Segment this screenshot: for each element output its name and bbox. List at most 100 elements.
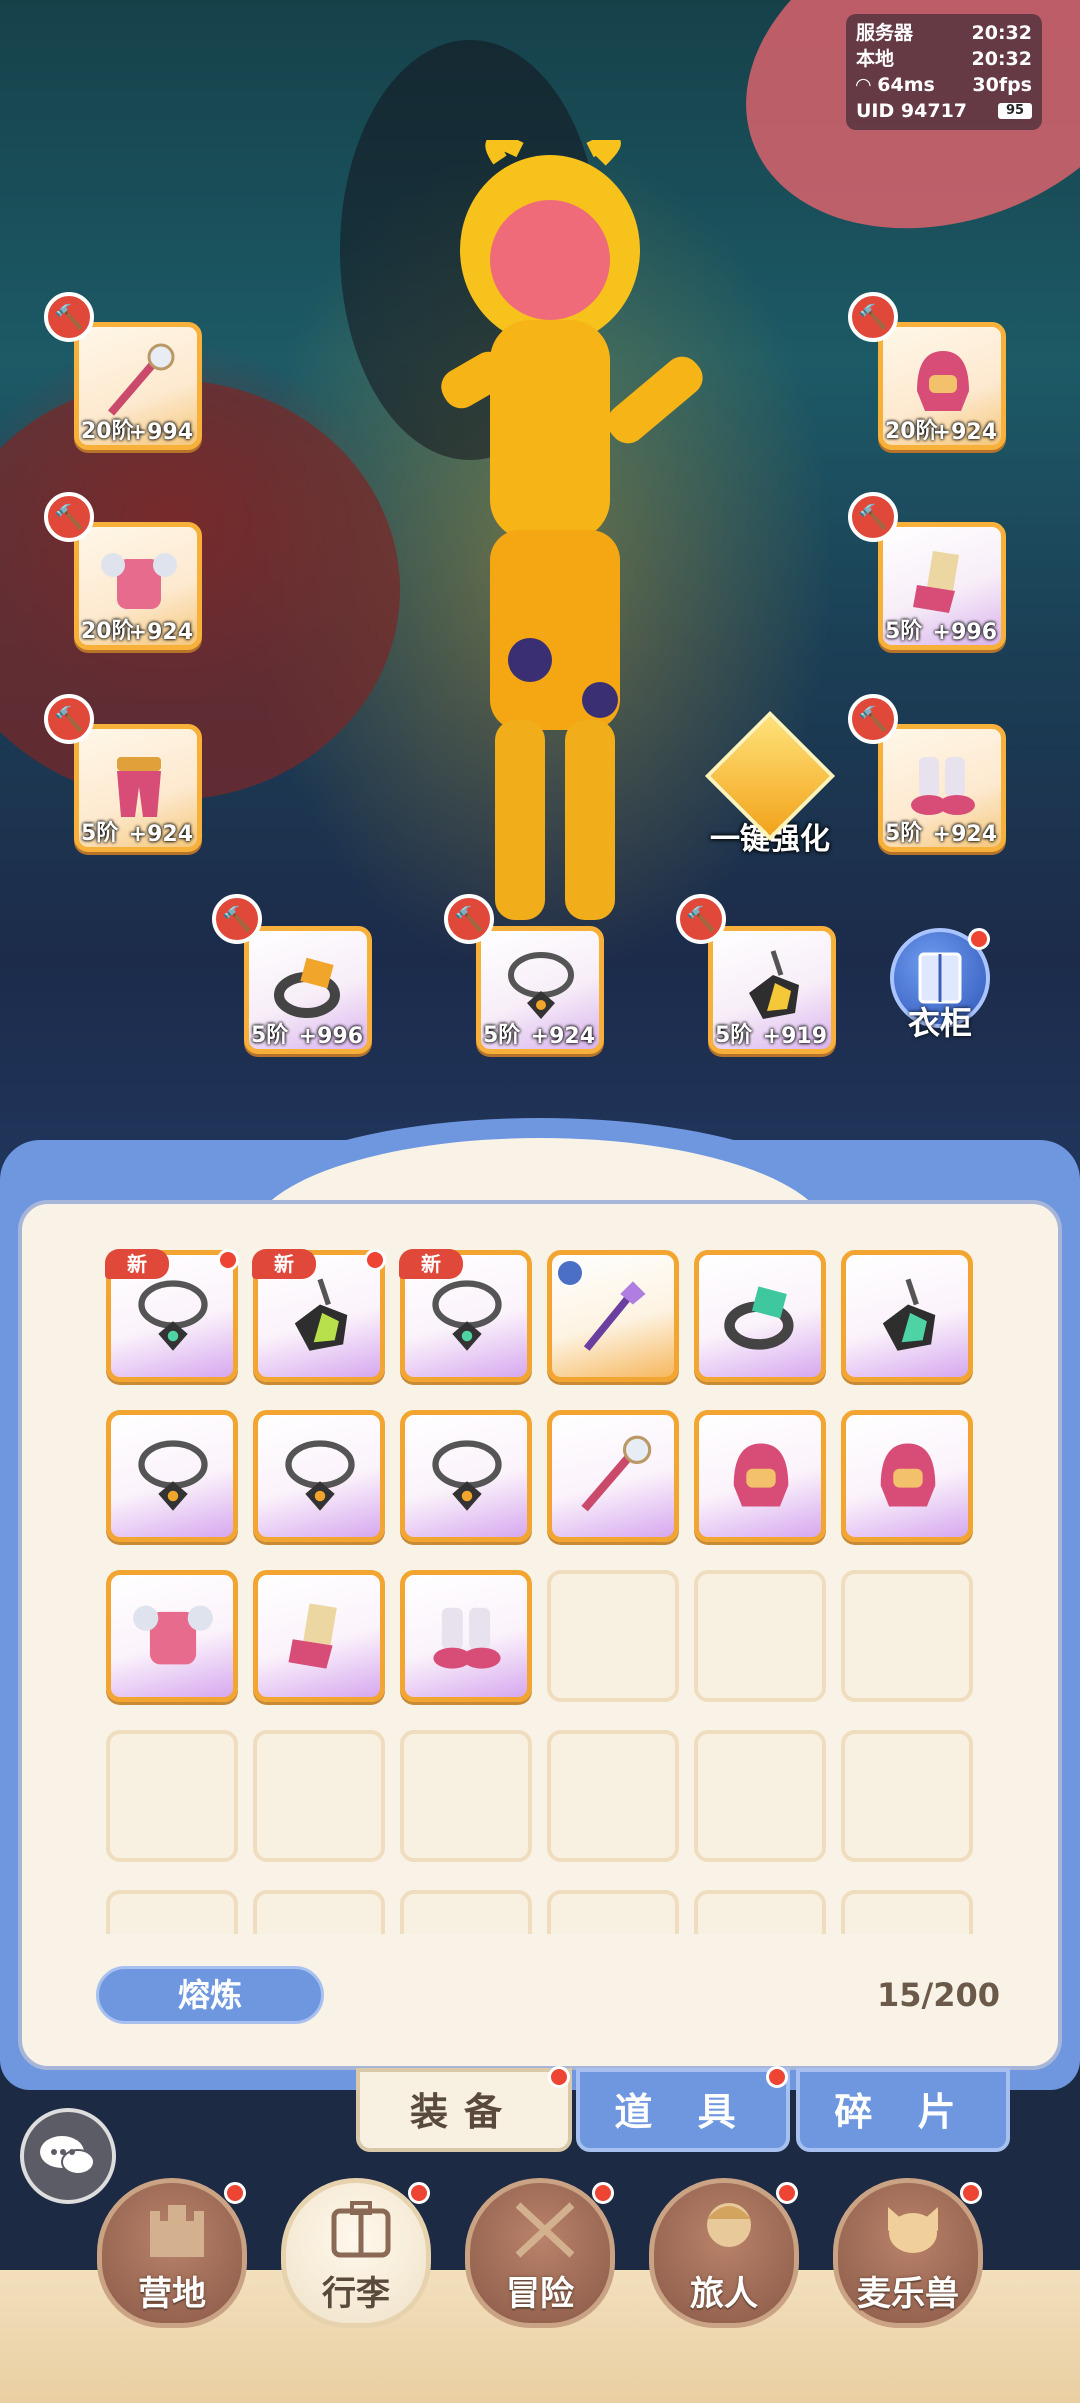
necklace-icon [138,1280,208,1351]
notification-dot [408,2182,430,2204]
inventory-empty-slot[interactable] [547,1730,679,1862]
nav-luggage[interactable]: 行李 [278,2178,434,2346]
necklace-icon [508,952,574,1019]
nav-label: 营地 [138,2274,206,2314]
inventory-item-helmet[interactable] [694,1410,826,1542]
inventory-item-necklace[interactable] [400,1410,532,1542]
nav-adventure[interactable]: 冒险 [462,2178,618,2346]
inventory-item-amulet[interactable]: 新 [252,1249,386,1382]
ring-icon [724,1286,794,1350]
inventory-item-necklace[interactable]: 新 [399,1249,532,1382]
equip-bonus: +924 [128,822,193,847]
inventory-item-ring[interactable] [694,1250,826,1382]
chest-armor-icon [133,1605,213,1665]
gloves-icon [913,551,959,613]
inventory-empty-slot[interactable] [400,1730,532,1862]
notification-dot [766,2066,788,2088]
nav-label: 麦乐兽 [857,2274,959,2314]
inventory-item-armor[interactable] [106,1570,238,1702]
inventory-empty-slot[interactable] [841,1570,973,1702]
notification-dot [224,2182,246,2204]
equip-bonus: +919 [762,1024,827,1049]
inventory-empty-slot[interactable] [253,1730,385,1862]
equip-slot-weapon[interactable]: 20阶 +994 [74,322,202,450]
upgrade-hammer-icon[interactable]: 🔨 [44,492,94,542]
upgrade-hammer-icon[interactable]: 🔨 [44,292,94,342]
equip-slot-pants[interactable]: 5阶 +924 [74,724,202,852]
gloves-icon [288,1603,337,1669]
equip-level: 5阶 [483,1023,521,1048]
nav-pets[interactable]: 麦乐兽 [830,2178,986,2346]
tab-items[interactable]: 道 具 [576,2068,790,2152]
inventory-item-amulet[interactable] [841,1250,973,1382]
boots-icon [911,757,975,815]
inventory-empty-slot[interactable] [841,1730,973,1862]
amulet-icon [749,950,799,1019]
equip-bonus: +924 [932,420,997,445]
nav-travelers[interactable]: 旅人 [646,2178,802,2346]
upgrade-hammer-icon[interactable]: 🔨 [676,894,726,944]
inventory-empty-slot[interactable] [106,1890,238,1934]
new-badge: 新 [252,1249,316,1279]
one-click-enhance-button[interactable]: 一键强化 [700,710,840,860]
tab-fragments[interactable]: 碎 片 [796,2068,1010,2152]
inventory-empty-slot[interactable] [547,1890,679,1934]
notification-dot [548,2066,570,2088]
equip-level: 5阶 [715,1023,753,1048]
equip-bonus: +996 [298,1024,363,1049]
equip-slot-boots[interactable]: 5阶 +924 [878,724,1006,852]
inventory-empty-slot[interactable] [547,1570,679,1702]
necklace-icon [432,1280,502,1351]
upgrade-hammer-icon[interactable]: 🔨 [212,894,262,944]
nav-label: 冒险 [506,2274,574,2314]
nav-camp[interactable]: 营地 [94,2178,250,2346]
upgrade-hammer-icon[interactable]: 🔨 [44,694,94,744]
equip-slot-amulet[interactable]: 5阶 +919 [708,926,836,1054]
inventory-item-necklace[interactable] [106,1410,238,1542]
notification-dot [776,2182,798,2204]
smelt-button[interactable]: 熔炼 [96,1966,324,2024]
character-sprite [441,140,703,920]
inventory-item-boots[interactable] [400,1570,532,1702]
nav-label: 旅人 [690,2274,758,2314]
server-time: 20:32 [971,22,1032,44]
inventory-empty-slot[interactable] [694,1730,826,1862]
inventory-empty-slot[interactable] [841,1890,973,1934]
equip-slot-ring[interactable]: 5阶 +996 [244,926,372,1054]
equip-level: 5阶 [81,821,119,846]
inventory-empty-slot[interactable] [253,1890,385,1934]
upgrade-hammer-icon[interactable]: 🔨 [848,292,898,342]
staff-icon [581,1435,652,1512]
tab-equipment[interactable]: 装备 [356,2068,572,2152]
equip-slot-necklace[interactable]: 5阶 +924 [476,926,604,1054]
inventory-item-necklace[interactable]: 新 [105,1249,239,1382]
equip-slot-gloves[interactable]: 5阶 +996 [878,522,1006,650]
wardrobe-button[interactable]: 衣柜 [886,928,994,1048]
upgrade-hammer-icon[interactable]: 🔨 [848,492,898,542]
lock-icon [556,1259,584,1287]
inventory-item-staff[interactable] [547,1410,679,1542]
necklace-icon [138,1440,208,1511]
chest-armor-icon [101,553,177,609]
notification-dot [968,928,990,950]
inventory-count: 15/200 [876,1976,1000,2014]
inventory-empty-slot[interactable] [694,1570,826,1702]
upgrade-hammer-icon[interactable]: 🔨 [444,894,494,944]
necklace-icon [285,1440,355,1511]
inventory-empty-slot[interactable] [400,1890,532,1934]
inventory-item-staff[interactable] [547,1250,679,1382]
boots-icon [433,1607,501,1669]
upgrade-hammer-icon[interactable]: 🔨 [848,694,898,744]
cat-face-icon [888,2207,938,2253]
equip-bonus: +994 [128,420,193,445]
server-label: 服务器 [856,22,914,44]
inventory-item-helmet[interactable] [841,1410,973,1542]
equip-slot-helmet[interactable]: 20阶 +924 [878,322,1006,450]
equip-slot-armor[interactable]: 20阶 +924 [74,522,202,650]
wifi-icon: ◠ [856,74,871,96]
inventory-item-gloves[interactable] [253,1570,385,1702]
inventory-empty-slot[interactable] [106,1730,238,1862]
inventory-empty-slot[interactable] [694,1890,826,1934]
inventory-item-necklace[interactable] [253,1410,385,1542]
new-badge: 新 [399,1249,463,1279]
